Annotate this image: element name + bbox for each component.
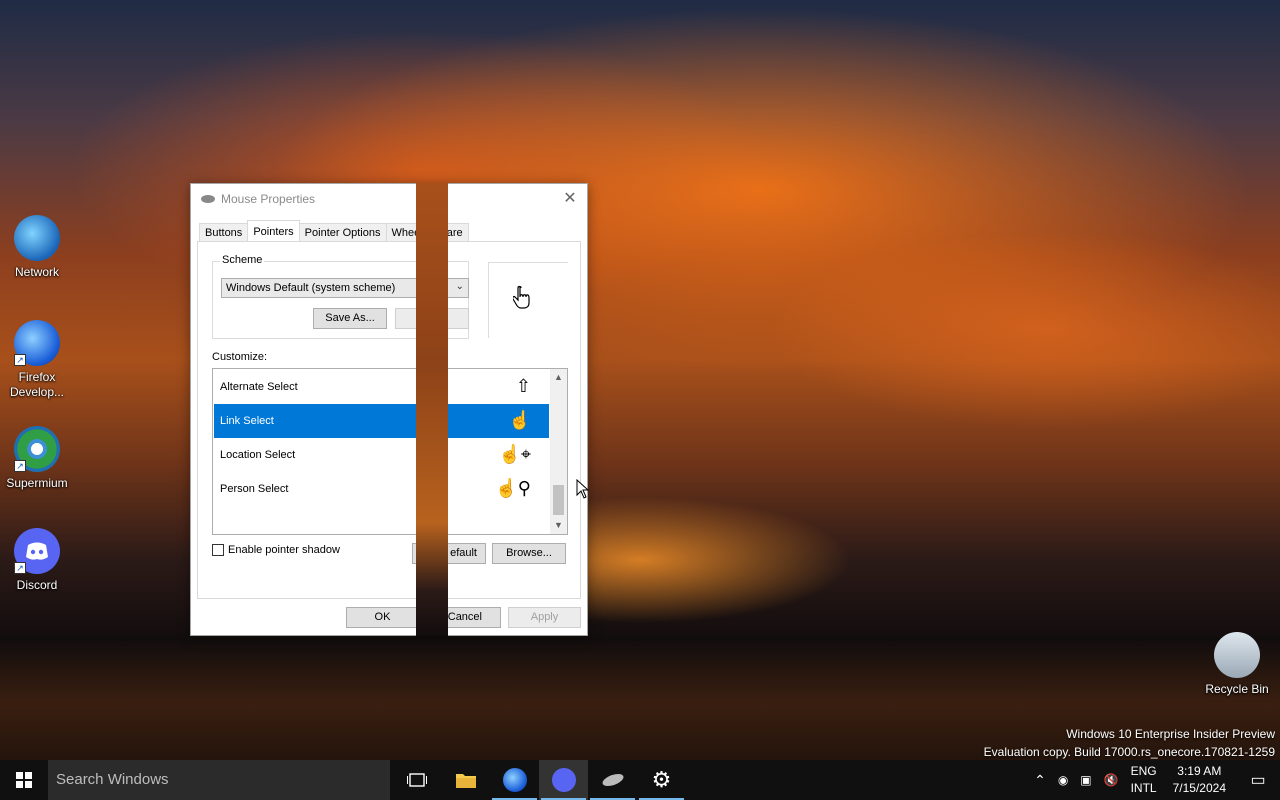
save-as-button[interactable]: Save As... — [313, 308, 387, 329]
desktop-icon-supermium[interactable]: ↗ Supermium — [0, 426, 74, 491]
scroll-down-icon[interactable]: ▼ — [550, 517, 567, 534]
scheme-label: Scheme — [220, 254, 265, 266]
firefox-developer-icon: ↗ — [14, 320, 60, 366]
network-tray-icon[interactable]: ▣ — [1074, 772, 1097, 789]
render-glitch-strip — [416, 183, 448, 636]
person-select-cursor-icon: ☝⚲ — [495, 478, 531, 498]
tab-pointers[interactable]: Pointers — [247, 220, 300, 242]
task-view-icon — [406, 773, 427, 787]
volume-muted-icon[interactable]: 🔇 — [1098, 772, 1125, 789]
mouse-cursor-icon — [576, 479, 590, 499]
cancel-label: Cancel — [447, 611, 482, 623]
pointer-preview — [488, 262, 568, 338]
discord-icon — [551, 768, 576, 792]
file-explorer-button[interactable] — [441, 760, 490, 800]
language-indicator[interactable]: ENG INTL — [1125, 763, 1163, 797]
desktop-icon-recycle-bin[interactable]: Recycle Bin — [1198, 632, 1276, 697]
settings-taskbar-button[interactable]: ⚙ — [637, 760, 686, 800]
list-item[interactable]: Person Select ☝⚲ — [214, 472, 549, 506]
watermark-line-1: Windows 10 Enterprise Insider Preview — [1066, 727, 1275, 741]
ok-button[interactable]: OK — [346, 607, 419, 628]
list-item-label: Link Select — [220, 415, 274, 427]
dialog-titlebar[interactable]: Mouse Properties — [191, 184, 587, 214]
mouse-icon — [600, 771, 625, 789]
taskbar: Search Windows ⚙ ⌃ ◉ ▣ 🔇 ENG INTL 3:19 A — [0, 760, 1280, 800]
dialog-title: Mouse Properties — [221, 192, 316, 206]
use-default-label: efault — [450, 547, 477, 559]
alternate-select-cursor-icon: ⇧ — [515, 376, 531, 396]
apply-button[interactable]: Apply — [508, 607, 581, 628]
scroll-thumb[interactable] — [553, 485, 564, 515]
list-item[interactable]: Link Select ☝ — [214, 404, 549, 438]
list-item-label: Person Select — [220, 483, 289, 495]
checkbox[interactable] — [212, 544, 224, 556]
task-view-button[interactable] — [392, 760, 441, 800]
discord-tray-icon[interactable]: ◉ — [1052, 772, 1074, 789]
shortcut-arrow-icon: ↗ — [14, 354, 26, 366]
list-item-label: Alternate Select — [220, 381, 298, 393]
start-button[interactable] — [0, 760, 48, 800]
discord-icon: ↗ — [14, 528, 60, 574]
clock-date: 7/15/2024 — [1172, 781, 1226, 795]
scheme-value: Windows Default (system scheme) — [226, 282, 396, 294]
taskbar-apps: ⚙ — [392, 760, 686, 800]
language-code: ENG — [1130, 764, 1157, 778]
browse-button[interactable]: Browse... — [492, 543, 566, 564]
desktop-icon-label: Recycle Bin — [1205, 682, 1269, 696]
clock-time: 3:19 AM — [1177, 764, 1222, 778]
clock[interactable]: 3:19 AM 7/15/2024 — [1163, 763, 1236, 797]
mouse-icon — [201, 195, 215, 203]
scroll-up-icon[interactable]: ▲ — [550, 369, 567, 386]
desktop-icon-label: Supermium — [6, 476, 68, 490]
system-tray: ⌃ ◉ ▣ 🔇 ENG INTL 3:19 AM 7/15/2024 ▭ — [1028, 760, 1280, 800]
desktop-icon-label: Network — [14, 265, 59, 279]
supermium-icon: ↗ — [14, 426, 60, 472]
customize-label: Customize: — [212, 351, 268, 363]
discord-taskbar-button[interactable] — [539, 760, 588, 800]
mouse-properties-dialog: Mouse Properties ✕ Buttons Pointers Poin… — [190, 183, 588, 636]
mouse-properties-taskbar-button[interactable] — [588, 760, 637, 800]
desktop-icon-discord[interactable]: ↗ Discord — [0, 528, 74, 593]
desktop-icon-network[interactable]: Network — [0, 215, 74, 280]
firefox-developer-icon — [502, 768, 527, 792]
list-item[interactable]: Location Select ☝⌖ — [214, 438, 549, 472]
keyboard-layout: INTL — [1130, 781, 1157, 795]
list-item-label: Location Select — [220, 449, 296, 461]
location-select-cursor-icon: ☝⌖ — [498, 444, 531, 464]
gear-icon: ⚙ — [651, 767, 672, 792]
folder-icon — [455, 774, 476, 788]
notification-center-icon[interactable]: ▭ — [1236, 772, 1280, 789]
desktop-icon-firefox-developer[interactable]: ↗ Firefox Develop... — [0, 320, 74, 400]
close-icon[interactable]: ✕ — [561, 190, 579, 208]
recycle-bin-icon — [1214, 632, 1260, 678]
desktop-icon-label: Firefox Develop... — [9, 370, 65, 399]
firefox-developer-taskbar-button[interactable] — [490, 760, 539, 800]
watermark-line-2: Evaluation copy. Build 17000.rs_onecore.… — [983, 745, 1275, 759]
tab-pointer-options[interactable]: Pointer Options — [298, 223, 387, 242]
list-scrollbar[interactable]: ▲ ▼ — [550, 369, 567, 534]
enable-pointer-shadow-checkbox[interactable]: Enable pointer shadow — [212, 544, 340, 556]
link-select-cursor-icon: ☝ — [508, 410, 531, 430]
tab-buttons[interactable]: Buttons — [199, 223, 249, 242]
network-icon — [14, 215, 60, 261]
chevron-up-icon[interactable]: ⌃ — [1028, 772, 1052, 789]
list-item[interactable]: Alternate Select ⇧ — [214, 370, 549, 404]
windows-logo-icon — [16, 772, 32, 788]
chevron-down-icon: ⌄ — [455, 281, 464, 292]
search-box[interactable]: Search Windows — [48, 760, 390, 800]
pointers-tab-panel: Scheme Windows Default (system scheme) ⌄… — [197, 241, 581, 599]
hand-pointer-icon — [513, 285, 530, 309]
cursor-list[interactable]: Alternate Select ⇧ Link Select ☝ Locatio… — [212, 368, 568, 535]
enable-pointer-shadow-label: Enable pointer shadow — [228, 544, 340, 556]
shortcut-arrow-icon: ↗ — [14, 562, 26, 574]
shortcut-arrow-icon: ↗ — [14, 460, 26, 472]
desktop-icon-label: Discord — [16, 578, 58, 592]
